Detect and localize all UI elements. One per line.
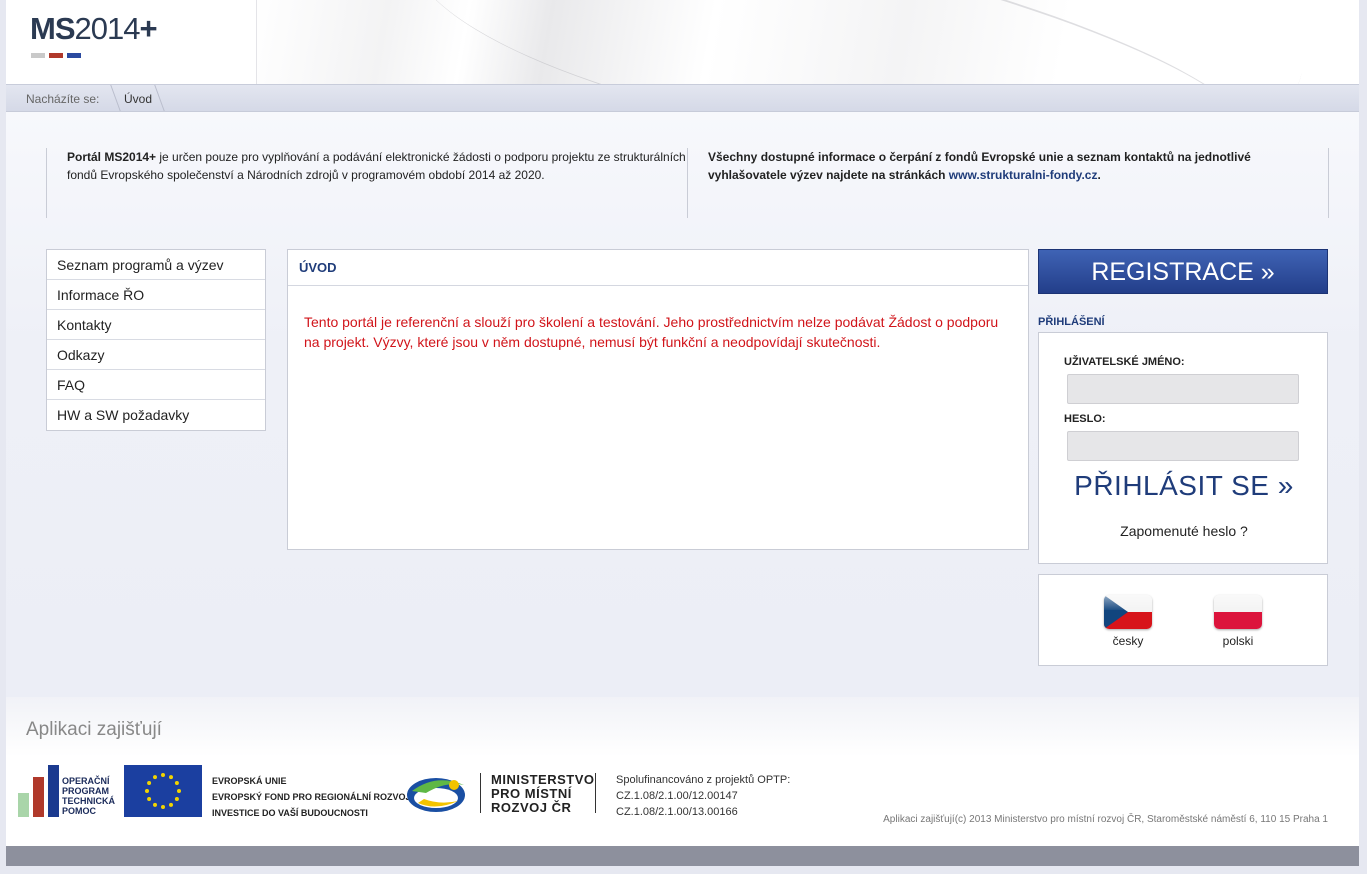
eu-star bbox=[161, 805, 165, 809]
info-funds: Všechny dostupné informace o čerpání z f… bbox=[687, 148, 1329, 218]
language-label: česky bbox=[1112, 634, 1144, 648]
eu-star bbox=[147, 781, 152, 785]
password-label: HESLO: bbox=[1064, 413, 1106, 425]
copyright: Aplikaci zajišťují(c) 2013 Ministerstvo … bbox=[883, 814, 1328, 825]
page: MS2014+ Nacházíte se: Úvod Portál MS2014… bbox=[6, 0, 1359, 874]
eu-text: EVROPSKÁ UNIE EVROPSKÝ FOND PRO REGIONÁL… bbox=[212, 776, 411, 818]
eu-flag-icon bbox=[124, 765, 202, 817]
breadcrumb-label: Nacházíte se: bbox=[26, 92, 100, 106]
eu-star bbox=[147, 797, 152, 801]
language-label: polski bbox=[1222, 634, 1254, 648]
eu-star bbox=[161, 773, 165, 777]
cofinancing-text: Spolufinancováno z projektů OPTP: CZ.1.0… bbox=[616, 774, 791, 818]
language-polish[interactable]: polski bbox=[1208, 595, 1268, 648]
forgot-password-link[interactable]: Zapomenuté heslo ? bbox=[1039, 523, 1329, 539]
logo-text: MS2014+ bbox=[30, 11, 158, 46]
logo-bars bbox=[31, 45, 85, 58]
menu-item-links[interactable]: Odkazy bbox=[47, 340, 265, 370]
side-menu: Seznam programů a výzev Informace ŘO Kon… bbox=[46, 249, 266, 431]
eu-star bbox=[169, 775, 173, 780]
menu-item-programs[interactable]: Seznam programů a výzev bbox=[47, 250, 265, 280]
menu-item-ro-info[interactable]: Informace ŘO bbox=[47, 280, 265, 310]
header: MS2014+ bbox=[6, 0, 1359, 84]
panel-warning-text: Tento portál je referenční a slouží pro … bbox=[304, 314, 999, 350]
optp-bar bbox=[48, 765, 59, 817]
menu-item-contacts[interactable]: Kontakty bbox=[47, 310, 265, 340]
logo-bar bbox=[31, 53, 45, 58]
eu-star bbox=[169, 802, 173, 807]
polish-flag-icon bbox=[1214, 595, 1262, 629]
logo-bar bbox=[49, 53, 63, 58]
language-czech[interactable]: česky bbox=[1098, 595, 1158, 648]
eu-star bbox=[174, 797, 179, 801]
username-label: UŽIVATELSKÉ JMÉNO: bbox=[1064, 356, 1185, 368]
password-input[interactable] bbox=[1067, 431, 1299, 461]
mmr-text: MINISTERSTVO PRO MÍSTNÍ ROZVOJ ČR bbox=[491, 772, 595, 815]
login-heading: PŘIHLÁŠENÍ bbox=[1038, 316, 1105, 328]
breadcrumb: Nacházíte se: Úvod bbox=[6, 84, 1359, 112]
logo[interactable]: MS2014+ bbox=[6, 0, 257, 84]
info-portal-text: je určen pouze pro vyplňování a podávání… bbox=[67, 150, 686, 182]
logo-bar bbox=[67, 53, 81, 58]
optp-text: OPERAČNÍ PROGRAM TECHNICKÁ POMOC bbox=[62, 776, 115, 816]
menu-item-hw-sw[interactable]: HW a SW požadavky bbox=[47, 400, 265, 430]
strukturalni-fondy-link[interactable]: www.strukturalni-fondy.cz bbox=[949, 168, 1098, 182]
mmr-logo-icon bbox=[406, 771, 470, 815]
breadcrumb-separator bbox=[101, 85, 121, 111]
username-input[interactable] bbox=[1067, 374, 1299, 404]
footer: Aplikaci zajišťují OPERAČNÍ PROGRAM TECH… bbox=[6, 697, 1359, 846]
menu-item-faq[interactable]: FAQ bbox=[47, 370, 265, 400]
optp-bar bbox=[33, 777, 44, 817]
eu-star bbox=[145, 789, 149, 793]
footer-divider bbox=[480, 773, 481, 813]
footer-divider bbox=[595, 773, 596, 813]
optp-bar bbox=[18, 793, 29, 817]
language-box: česky polski bbox=[1038, 574, 1328, 666]
info-portal-bold: Portál MS2014+ bbox=[67, 150, 157, 164]
panel-title: ÚVOD bbox=[288, 250, 1028, 286]
eu-star bbox=[153, 802, 157, 807]
czech-flag-icon bbox=[1104, 595, 1152, 629]
window-edge bbox=[1359, 0, 1367, 874]
bottom-strip bbox=[6, 866, 1359, 874]
info-portal: Portál MS2014+ je určen pouze pro vyplňo… bbox=[46, 148, 686, 218]
login-button[interactable]: PŘIHLÁSIT SE » bbox=[1039, 470, 1329, 502]
eu-star bbox=[174, 781, 179, 785]
eu-star bbox=[153, 775, 157, 780]
bottom-bar bbox=[6, 846, 1359, 866]
registration-button[interactable]: REGISTRACE » bbox=[1038, 249, 1328, 294]
login-box: UŽIVATELSKÉ JMÉNO: HESLO: PŘIHLÁSIT SE »… bbox=[1038, 332, 1328, 564]
optp-logo: OPERAČNÍ PROGRAM TECHNICKÁ POMOC bbox=[18, 765, 123, 817]
footer-title: Aplikaci zajišťují bbox=[26, 719, 162, 740]
eu-star bbox=[177, 789, 181, 793]
main-panel: ÚVOD Tento portál je referenční a slouží… bbox=[287, 249, 1029, 550]
